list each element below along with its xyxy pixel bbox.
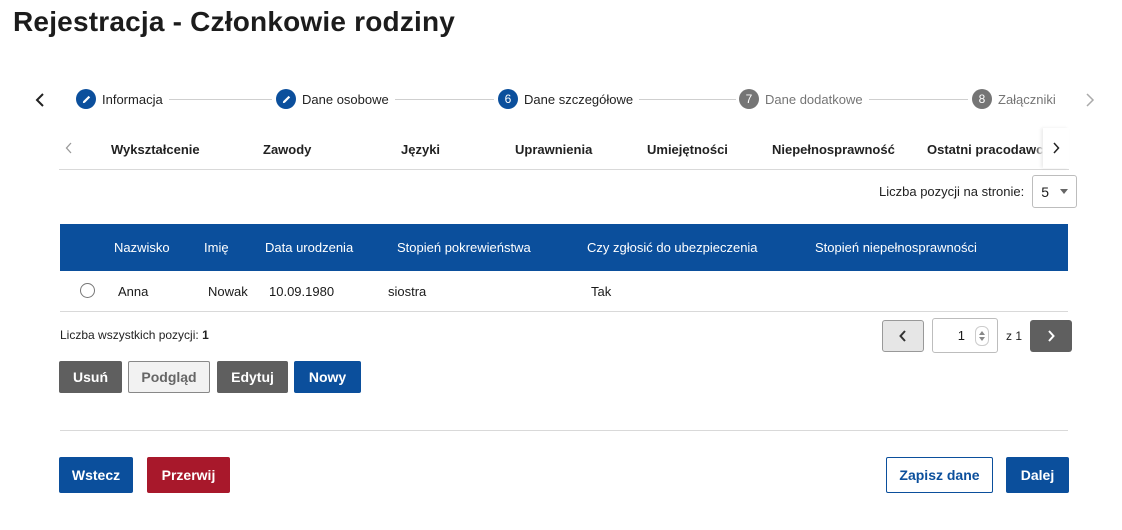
table-row[interactable]: Anna Nowak 10.09.1980 siostra Tak	[60, 271, 1068, 312]
chevron-down-icon	[1060, 189, 1069, 194]
page-number-value: 1	[957, 328, 965, 343]
pagination: 1 z 1	[882, 318, 1073, 353]
column-header[interactable]: Nazwisko	[114, 240, 170, 255]
save-button[interactable]: Zapisz dane	[886, 457, 993, 493]
tab-ostatni-pracodawca[interactable]: Ostatni pracodawca	[927, 142, 1051, 157]
cell-ubezpieczenie: Tak	[591, 284, 612, 299]
cell-imie: Nowak	[208, 284, 248, 299]
per-page-select[interactable]: 5	[1032, 175, 1078, 208]
per-page-value: 5	[1041, 183, 1050, 200]
tab-uprawnienia[interactable]: Uprawnienia	[515, 142, 592, 157]
tab-wyksztalcenie[interactable]: Wykształcenie	[111, 142, 200, 157]
step-number: 8	[972, 89, 992, 109]
column-header[interactable]: Data urodzenia	[265, 240, 353, 255]
abort-button[interactable]: Przerwij	[147, 457, 230, 493]
cell-stopien-pokrewienstwa: siostra	[388, 284, 427, 299]
total-value: 1	[202, 328, 209, 342]
cell-nazwisko: Anna	[118, 284, 149, 299]
cell-data-urodzenia: 10.09.1980	[269, 284, 335, 299]
page-title: Rejestracja - Członkowie rodziny	[13, 6, 456, 37]
step-label: Załączniki	[998, 91, 1056, 107]
column-header[interactable]: Stopień niepełnosprawności	[815, 240, 977, 255]
step-number: 7	[739, 89, 759, 109]
total-count: Liczba wszystkich pozycji: 1	[60, 328, 209, 342]
step-dane-osobowe[interactable]: Dane osobowe	[276, 89, 395, 109]
column-header[interactable]: Czy zgłosić do ubezpieczenia	[587, 240, 758, 255]
page-number-input[interactable]: 1	[932, 318, 998, 353]
step-label: Informacja	[102, 91, 163, 107]
row-select-radio[interactable]	[80, 283, 95, 298]
preview-button[interactable]: Podgląd	[128, 361, 210, 393]
chevron-left-icon	[899, 329, 906, 342]
family-members-table: Nazwisko Imię Data urodzenia Stopień pok…	[60, 224, 1068, 312]
step-dane-szczegolowe[interactable]: 6 Dane szczegółowe	[498, 89, 640, 109]
tabs-next-icon[interactable]	[1043, 128, 1069, 168]
tab-zawody[interactable]: Zawody	[263, 142, 311, 157]
pencil-icon	[276, 89, 296, 109]
next-page-button[interactable]	[1030, 319, 1073, 352]
footer-divider	[60, 430, 1068, 431]
per-page-control: Liczba pozycji na stronie: 5	[879, 175, 1078, 208]
stepper-next-icon[interactable]	[1080, 90, 1100, 110]
step-label: Dane szczegółowe	[524, 91, 634, 107]
next-button[interactable]: Dalej	[1006, 457, 1069, 493]
total-label: Liczba wszystkich pozycji:	[60, 328, 199, 342]
edit-button[interactable]: Edytuj	[217, 361, 288, 393]
step-connector	[630, 99, 736, 100]
step-zalaczniki[interactable]: 8 Załączniki	[972, 89, 1062, 109]
tab-umiejetnosci[interactable]: Umiejętności	[647, 142, 728, 157]
column-header[interactable]: Imię	[204, 240, 229, 255]
step-number: 6	[498, 89, 518, 109]
step-dane-dodatkowe[interactable]: 7 Dane dodatkowe	[739, 89, 869, 109]
table-header: Nazwisko Imię Data urodzenia Stopień pok…	[60, 224, 1068, 271]
step-informacja[interactable]: Informacja	[76, 89, 169, 109]
page-total: z 1	[1006, 328, 1023, 343]
new-button[interactable]: Nowy	[294, 361, 361, 393]
chevron-right-icon	[1048, 329, 1055, 342]
section-tabs: Wykształcenie Zawody Języki Uprawnienia …	[59, 128, 1069, 170]
back-button[interactable]: Wstecz	[59, 457, 133, 493]
tabs-prev-icon[interactable]	[59, 138, 79, 158]
tab-niepelnosprawnosc[interactable]: Niepełnosprawność	[772, 142, 895, 157]
wizard-stepper: Informacja Dane osobowe 6 Dane szczegóło…	[30, 86, 1100, 114]
step-connector	[166, 99, 272, 100]
tab-jezyki[interactable]: Języki	[401, 142, 440, 157]
step-label: Dane osobowe	[302, 91, 389, 107]
previous-page-button[interactable]	[882, 319, 924, 352]
column-header[interactable]: Stopień pokrewieństwa	[397, 240, 531, 255]
stepper-prev-icon[interactable]	[30, 90, 50, 110]
per-page-label: Liczba pozycji na stronie:	[879, 184, 1025, 199]
delete-button[interactable]: Usuń	[59, 361, 122, 393]
step-connector	[390, 99, 494, 100]
tabs-fade	[1035, 128, 1043, 168]
stepper-arrows-icon[interactable]	[975, 325, 989, 346]
step-label: Dane dodatkowe	[765, 91, 863, 107]
step-connector	[862, 99, 968, 100]
pencil-icon	[76, 89, 96, 109]
